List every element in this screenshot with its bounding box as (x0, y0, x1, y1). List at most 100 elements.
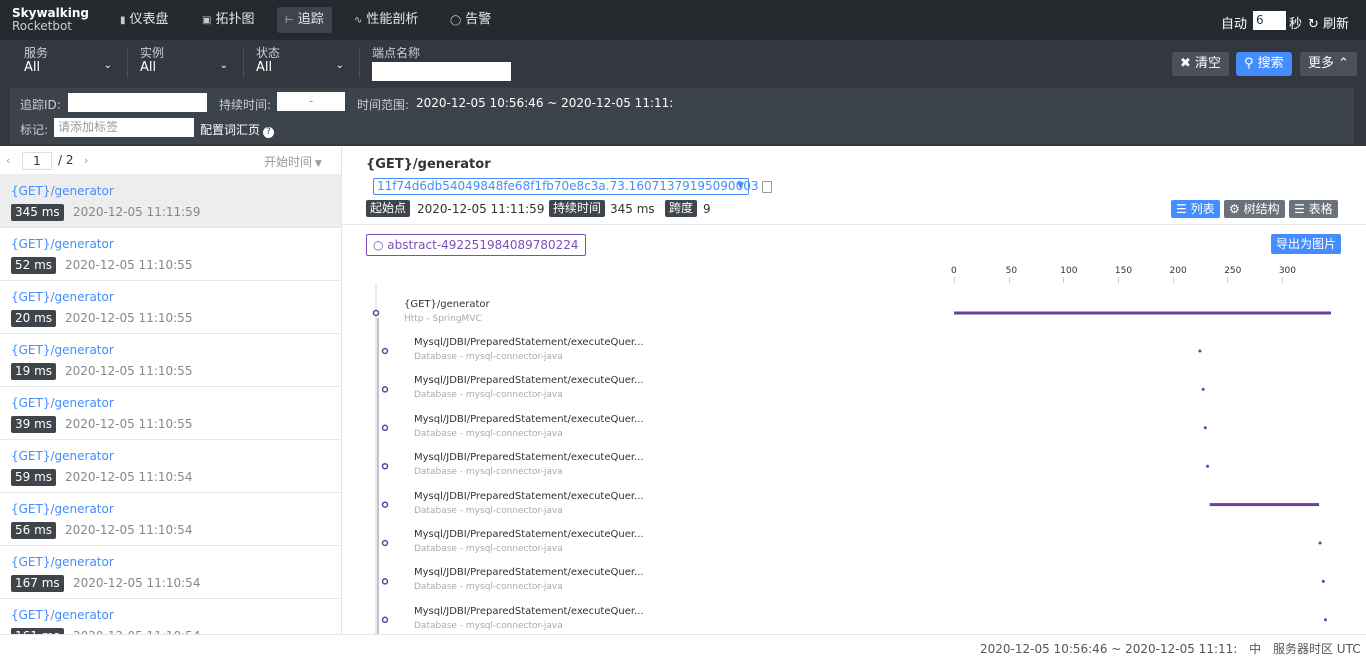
refresh-button[interactable]: ↻ 刷新 (1308, 13, 1349, 32)
trace-list-item[interactable]: {GET}/generator 20 ms 2020-12-05 11:10:55 (0, 281, 341, 334)
axis-tick (1227, 277, 1229, 283)
trace-list-item[interactable]: {GET}/generator 167 ms 2020-12-05 11:10:54 (0, 546, 341, 599)
span-component: Database - mysql-connector-java (414, 467, 563, 478)
trace-list-item[interactable]: {GET}/generator 59 ms 2020-12-05 11:10:54 (0, 440, 341, 493)
nav-profile[interactable]: ∿ 性能剖析 (346, 7, 426, 33)
service-name: abstract-492251984089780224 (387, 238, 579, 252)
nav-trace[interactable]: ⊢ 追踪 (277, 7, 332, 33)
view-list-button[interactable]: ☰ 列表 (1171, 200, 1220, 218)
help-icon: ? (263, 127, 275, 138)
trace-endpoint: {GET}/generator (11, 502, 114, 516)
status-select[interactable]: 状态 All ⌄ (256, 46, 344, 82)
trace-list-item[interactable]: {GET}/generator 39 ms 2020-12-05 11:10:55 (0, 387, 341, 440)
chevron-up-icon: ⌃ (1334, 56, 1350, 71)
span-name[interactable]: Mysql/JDBI/PreparedStatement/executeQuer… (414, 606, 644, 617)
duration-input[interactable]: - (277, 92, 345, 111)
auto-refresh-input[interactable]: 6 (1253, 11, 1286, 30)
span-name[interactable]: Mysql/JDBI/PreparedStatement/executeQuer… (414, 529, 644, 540)
trace-endpoint: {GET}/generator (11, 290, 114, 304)
span-component: Database - mysql-connector-java (414, 352, 563, 362)
axis-tick (1117, 277, 1119, 283)
vocab-link[interactable]: 配置词汇页? (200, 121, 275, 138)
trace-list-item[interactable]: {GET}/generator161 ms2020-12-05 11:10:54 (0, 599, 341, 634)
sort-select[interactable]: 开始时间 ▼ (264, 153, 322, 170)
service-select-label: 服务 (24, 46, 49, 60)
footer-time-range[interactable]: 2020-12-05 10:56:46 ~ 2020-12-05 11:11: (980, 642, 1237, 656)
trace-endpoint: {GET}/generator (11, 449, 114, 463)
dashboard-icon: ▮ (120, 15, 126, 26)
span-bar (1209, 503, 1319, 507)
span-name[interactable]: Mysql/JDBI/PreparedStatement/executeQuer… (414, 375, 644, 386)
status-select-label: 状态 (256, 46, 281, 60)
span-name[interactable]: Mysql/JDBI/PreparedStatement/executeQuer… (414, 491, 644, 502)
span-node (381, 539, 389, 547)
trace-endpoint: {GET}/generator (11, 396, 114, 410)
clear-button[interactable]: ✖ 清空 (1172, 52, 1230, 76)
span-bar (1203, 426, 1207, 430)
trace-id-select[interactable]: 11f74d6db54049848fe68f1fb70e8c3a.73.1607… (373, 178, 758, 195)
vocab-label: 配置词汇页 (200, 123, 261, 137)
nav-dashboard[interactable]: ▮ 仪表盘 (112, 7, 177, 33)
axis-tick (1008, 277, 1010, 283)
tags-label: 标记: (20, 123, 49, 137)
refresh-icon: ↻ (1308, 17, 1324, 32)
language-toggle[interactable]: 中 (1249, 642, 1261, 656)
span-bar (1201, 387, 1205, 391)
span-bar (954, 311, 1331, 315)
sort-label: 开始时间 (264, 155, 313, 169)
table-icon: ☰ (1294, 202, 1309, 216)
footer-info: 2020-12-05 10:56:46 ~ 2020-12-05 11:11: … (980, 640, 1366, 658)
span-name[interactable]: Mysql/JDBI/PreparedStatement/executeQuer… (414, 414, 644, 425)
trace-duration-badge: 52 ms (11, 257, 57, 274)
trace-list-item[interactable]: {GET}/generator 19 ms 2020-12-05 11:10:55 (0, 334, 341, 387)
view-tree-button[interactable]: ⚙ 树结构 (1224, 200, 1285, 218)
trace-list-item[interactable]: {GET}/generator 52 ms 2020-12-05 11:10:55 (0, 228, 341, 281)
span-component: Database - mysql-connector-java (414, 620, 563, 631)
prev-page-icon[interactable]: ‹ (6, 154, 10, 167)
search-button[interactable]: ⚲ 搜索 (1236, 52, 1292, 76)
span-name[interactable]: Mysql/JDBI/PreparedStatement/executeQuer… (414, 452, 644, 463)
trace-start-time: 2020-12-05 11:10:54 (73, 576, 201, 590)
axis-tick (954, 277, 955, 283)
trace-endpoint: {GET}/generator (11, 184, 114, 198)
span-node (381, 386, 389, 393)
tree-icon: ⚙ (1229, 202, 1244, 216)
trace-duration-badge: 39 ms (11, 416, 57, 433)
nav-topology[interactable]: ▣ 拓扑图 (194, 7, 262, 33)
export-image-button[interactable]: 导出为图片 (1271, 234, 1342, 254)
service-select[interactable]: 服务 All ⌄ (24, 46, 112, 82)
trace-list-item[interactable]: {GET}/generator 345 ms 2020-12-05 11:11:59 (0, 175, 341, 228)
nav-alarm[interactable]: ◯ 告警 (442, 7, 499, 33)
search-icon: ⚲ (1244, 56, 1258, 71)
divider (127, 48, 128, 78)
next-page-icon[interactable]: › (84, 154, 88, 167)
service-select-value: All (24, 60, 41, 75)
endpoint-input[interactable] (372, 62, 511, 81)
axis-tick-label: 0 (951, 266, 957, 276)
nav-label: 性能剖析 (366, 12, 419, 27)
span-name[interactable]: Mysql/JDBI/PreparedStatement/executeQuer… (414, 567, 644, 578)
start-tag: 起始点 (366, 200, 411, 217)
trace-duration-badge: 56 ms (11, 522, 57, 539)
trace-list-item[interactable]: {GET}/generator 56 ms 2020-12-05 11:10:54 (0, 493, 341, 546)
page-input[interactable]: 1 (22, 152, 52, 170)
nav-label: 追踪 (297, 12, 324, 27)
span-name[interactable]: {GET}/generator (404, 299, 490, 310)
view-list-label: 列表 (1190, 202, 1215, 216)
tags-input[interactable]: 请添加标签 (54, 118, 194, 137)
time-range-value[interactable]: 2020-12-05 10:56:46 ~ 2020-12-05 11:11: (416, 96, 673, 110)
trace-start-time: 2020-12-05 11:10:54 (65, 523, 193, 537)
span-bar (1324, 618, 1328, 622)
span-name[interactable]: Mysql/JDBI/PreparedStatement/executeQuer… (414, 337, 644, 348)
view-table-button[interactable]: ☰ 表格 (1289, 200, 1338, 218)
copy-icon[interactable] (762, 181, 772, 193)
search-label: 搜索 (1257, 56, 1284, 71)
service-badge[interactable]: ○ abstract-492251984089780224 (366, 234, 586, 256)
instance-select[interactable]: 实例 All ⌄ (140, 46, 228, 82)
more-label: 更多 (1308, 56, 1335, 71)
nav-label: 告警 (465, 12, 492, 27)
trace-id-input[interactable] (68, 93, 207, 112)
span-component: Http - SpringMVC (404, 314, 482, 324)
more-button[interactable]: 更多 ⌃ (1300, 52, 1358, 76)
trace-duration-badge: 19 ms (11, 363, 57, 380)
